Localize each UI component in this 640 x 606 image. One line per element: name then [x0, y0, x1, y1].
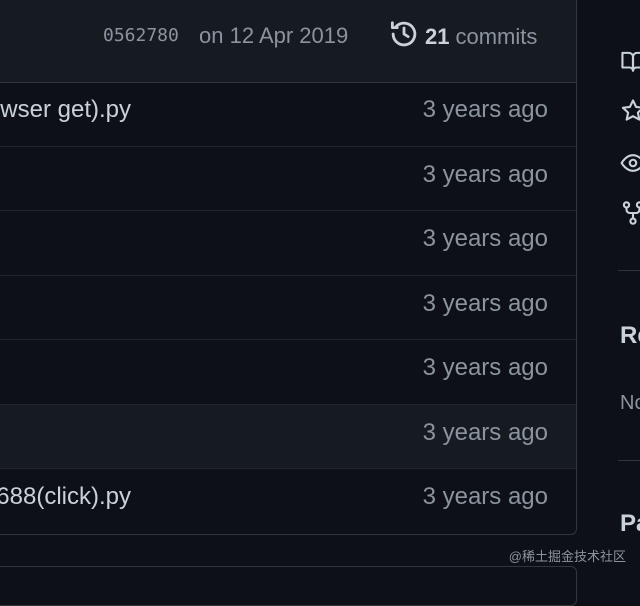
book-icon[interactable]: [620, 48, 640, 74]
star-icon[interactable]: [620, 98, 640, 124]
sidebar-heading-packages: Pa: [620, 510, 640, 537]
latest-commit-bar: 0562780 on 12 Apr 2019 21 commits: [0, 0, 576, 83]
commit-age: 3 years ago: [422, 225, 548, 252]
file-name-link[interactable]: wser get).py: [0, 96, 131, 124]
commit-age: 3 years ago: [422, 354, 548, 381]
file-row[interactable]: 3 years ago: [0, 147, 576, 211]
commit-age: 3 years ago: [422, 96, 548, 123]
file-list-box: 0562780 on 12 Apr 2019 21 commits wser g…: [0, 0, 577, 535]
eye-icon[interactable]: [620, 150, 640, 176]
file-row[interactable]: 3 years ago: [0, 404, 576, 469]
file-row[interactable]: _1688(click).py 3 years ago: [0, 469, 576, 534]
commit-sha-link[interactable]: 0562780: [103, 25, 179, 46]
file-row[interactable]: 3 years ago: [0, 276, 576, 340]
history-icon: [389, 19, 419, 55]
commit-age: 3 years ago: [422, 418, 548, 446]
commit-age: 3 years ago: [422, 483, 548, 510]
commits-history-link[interactable]: 21 commits: [389, 21, 537, 53]
fork-icon[interactable]: [620, 200, 640, 226]
commit-age: 3 years ago: [422, 289, 548, 317]
file-row[interactable]: wser get).py 3 years ago: [0, 82, 576, 147]
repo-sidebar: Re No Pa: [596, 0, 640, 581]
sidebar-divider: [618, 460, 640, 461]
file-row[interactable]: 3 years ago: [0, 340, 576, 405]
file-row[interactable]: 3 years ago: [0, 211, 576, 276]
readme-box: [0, 566, 577, 606]
watermark: @稀土掘金技术社区: [508, 549, 626, 564]
commit-age: 3 years ago: [422, 160, 548, 188]
commits-label: commits: [455, 24, 538, 49]
file-rows: wser get).py 3 years ago 3 years ago 3 y…: [0, 82, 576, 534]
sidebar-heading-releases: Re: [620, 322, 640, 349]
file-name-link[interactable]: _1688(click).py: [0, 483, 131, 511]
sidebar-releases-text: No: [620, 392, 640, 414]
sidebar-divider: [618, 270, 640, 271]
commit-date: on 12 Apr 2019: [199, 23, 349, 48]
commits-count: 21: [425, 24, 450, 49]
